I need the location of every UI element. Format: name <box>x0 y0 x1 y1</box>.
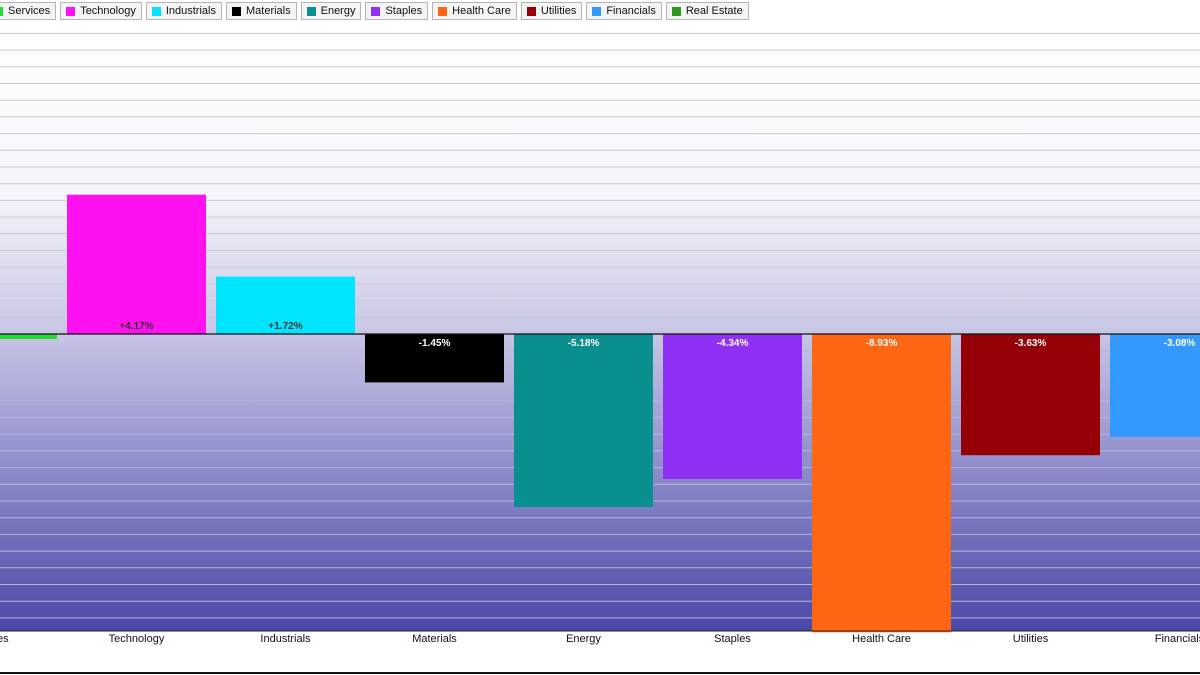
legend-label: Health Care <box>452 5 511 17</box>
legend-item-financials[interactable]: Financials <box>586 2 662 20</box>
legend-item-utilities[interactable]: Utilities <box>520 2 583 20</box>
data-label-utilities: -3.63% <box>1015 338 1047 349</box>
legend-swatch <box>526 6 536 16</box>
x-tick-label-staples: Staples <box>714 633 751 645</box>
legend-swatch <box>592 6 602 16</box>
x-tick-labels: Services Technology Industrials Materials En… <box>0 633 1200 645</box>
legend-swatch <box>671 6 681 16</box>
legend-item-real-estate[interactable]: Real Estate <box>665 2 749 20</box>
legend-swatch <box>0 6 3 16</box>
legend-swatch <box>371 6 381 16</box>
legend-label: Utilities <box>540 5 577 17</box>
legend-item-services[interactable]: Services <box>0 2 57 20</box>
data-label-financials: -3.08% <box>1164 338 1196 349</box>
data-label-health-care: -8.93% <box>866 338 898 349</box>
x-tick-label-utilities: Utilities <box>1013 633 1049 645</box>
data-label-energy: -5.18% <box>568 338 600 349</box>
bar-technology[interactable] <box>67 194 206 334</box>
legend-swatch <box>306 6 316 16</box>
x-tick-label-health-care: Health Care <box>852 633 911 645</box>
legend-swatch <box>438 6 448 16</box>
legend-label: Staples <box>385 5 423 17</box>
legend-swatch <box>231 6 241 16</box>
data-label-industrials: +1.72% <box>268 321 302 332</box>
legend-item-industrials[interactable]: Industrials <box>145 2 222 20</box>
bar-financials[interactable] <box>1110 334 1200 437</box>
legend-label: Financials <box>606 5 656 17</box>
x-tick-label-materials: Materials <box>412 633 457 645</box>
legend-label: Real Estate <box>685 5 743 17</box>
x-tick-label-services: Services <box>0 633 9 645</box>
legend-item-technology[interactable]: Technology <box>60 2 142 20</box>
legend-label: Industrials <box>165 5 216 17</box>
data-label-materials: -1.45% <box>419 338 451 349</box>
legend-label: Services <box>8 5 51 17</box>
x-tick-label-energy: Energy <box>566 633 601 645</box>
bar-energy[interactable] <box>514 334 653 507</box>
data-label-staples: -4.34% <box>717 338 749 349</box>
x-tick-label-technology: Technology <box>109 633 165 645</box>
legend-item-health-care[interactable]: Health Care <box>432 2 517 20</box>
legend: Services Technology Industrials Material… <box>0 2 749 22</box>
bar-utilities[interactable] <box>961 334 1100 456</box>
legend-label: Materials <box>245 5 291 17</box>
legend-swatch <box>151 6 161 16</box>
legend-swatch <box>66 6 76 16</box>
data-label-technology: +4.17% <box>119 321 153 332</box>
legend-item-staples[interactable]: Staples <box>365 2 429 20</box>
legend-item-materials[interactable]: Materials <box>225 2 297 20</box>
frame-bottom-border <box>0 672 1200 674</box>
sector-bar-chart: %+4.17%+1.72%-1.45%-5.18%-4.34%-8.93%-3.… <box>0 25 1200 645</box>
bar-health-care[interactable] <box>812 334 951 633</box>
chart-frame: %+4.17%+1.72%-1.45%-5.18%-4.34%-8.93%-3.… <box>0 0 1200 675</box>
bar-staples[interactable] <box>663 334 802 479</box>
x-tick-label-industrials: Industrials <box>260 633 311 645</box>
x-tick-label-financials: Financials <box>1155 633 1200 645</box>
bar-services[interactable] <box>0 334 57 339</box>
legend-item-energy[interactable]: Energy <box>300 2 362 20</box>
legend-label: Energy <box>320 5 356 17</box>
legend-label: Technology <box>80 5 136 17</box>
